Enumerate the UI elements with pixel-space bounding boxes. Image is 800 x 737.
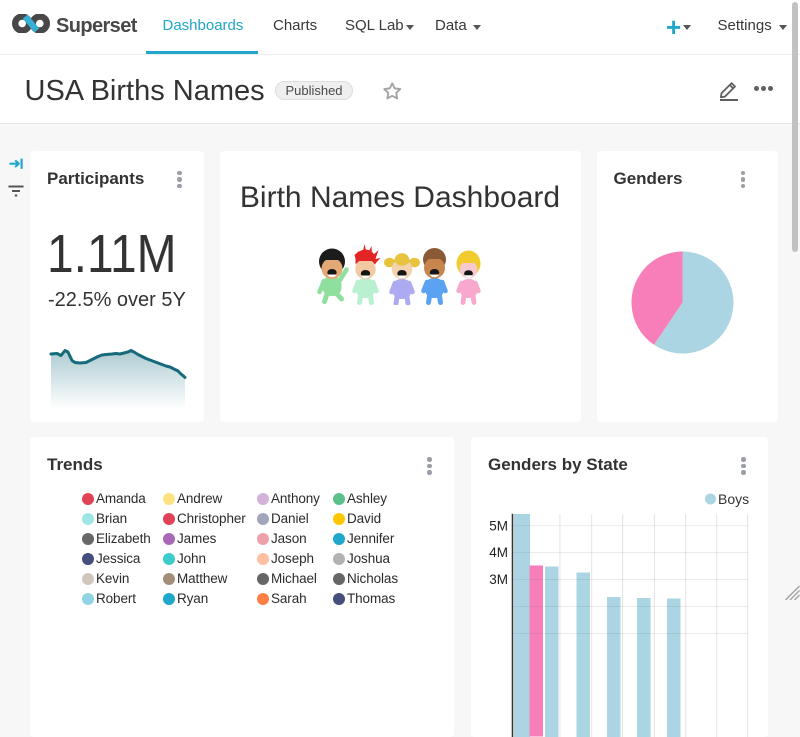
- svg-text:Boys: Boys: [718, 491, 749, 507]
- svg-text:4M: 4M: [489, 545, 508, 560]
- svg-text:5M: 5M: [489, 518, 508, 533]
- svg-text:3M: 3M: [489, 572, 508, 587]
